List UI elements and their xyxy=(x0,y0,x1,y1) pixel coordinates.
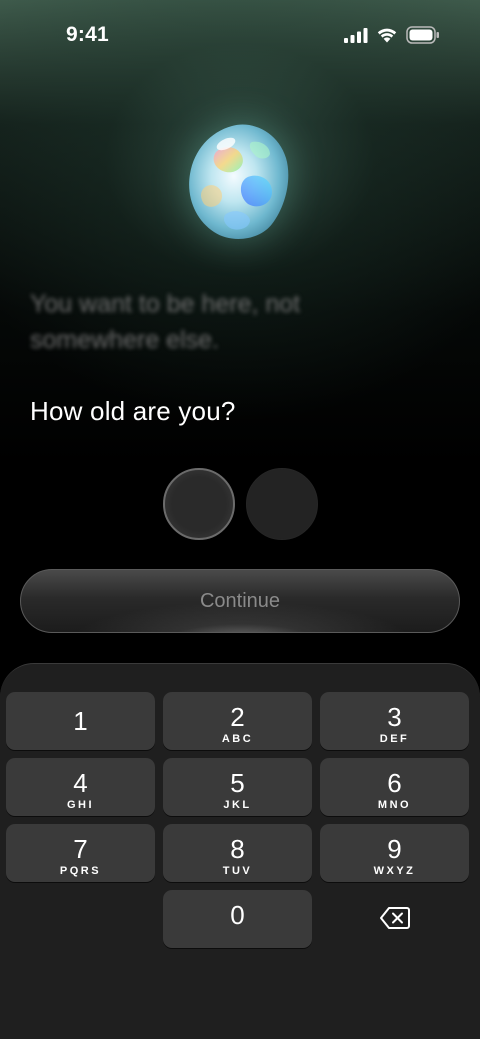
key-1[interactable]: 1 xyxy=(6,692,155,750)
key-9[interactable]: 9 WXYZ xyxy=(320,824,469,882)
signal-icon xyxy=(344,28,368,43)
key-number: 7 xyxy=(73,834,88,864)
key-letters: WXYZ xyxy=(373,865,416,877)
key-letters: DEF xyxy=(379,733,410,745)
key-3[interactable]: 3 DEF xyxy=(320,692,469,750)
age-digit-1[interactable] xyxy=(163,468,235,540)
key-number: 0 xyxy=(230,900,245,930)
key-0[interactable]: 0 xyxy=(163,890,312,948)
key-number: 6 xyxy=(387,768,402,798)
key-letters: MNO xyxy=(377,799,412,811)
key-letters: PQRS xyxy=(59,865,102,877)
key-5[interactable]: 5 JKL xyxy=(163,758,312,816)
key-letters: JKL xyxy=(223,799,252,811)
age-digit-2[interactable] xyxy=(246,468,318,540)
blurred-tagline: You want to be here, not somewhere else. xyxy=(30,290,301,354)
key-8[interactable]: 8 TUV xyxy=(163,824,312,882)
key-7[interactable]: 7 PQRS xyxy=(6,824,155,882)
key-number: 2 xyxy=(230,702,245,732)
key-letters: ABC xyxy=(221,733,254,745)
status-time: 9:41 xyxy=(66,23,109,46)
key-number: 1 xyxy=(73,706,88,736)
battery-icon xyxy=(406,26,439,44)
key-4[interactable]: 4 GHI xyxy=(6,758,155,816)
key-number: 9 xyxy=(387,834,402,864)
continue-label: Continue xyxy=(199,589,281,612)
key-2[interactable]: 2 ABC xyxy=(163,692,312,750)
key-number: 8 xyxy=(230,834,245,864)
key-number: 5 xyxy=(230,768,245,798)
backspace-icon[interactable] xyxy=(380,906,410,930)
key-6[interactable]: 6 MNO xyxy=(320,758,469,816)
key-letters: TUV xyxy=(222,865,253,877)
continue-button[interactable]: Continue xyxy=(20,569,460,633)
key-number: 3 xyxy=(387,702,402,732)
wifi-icon xyxy=(377,28,397,43)
key-number: 4 xyxy=(73,768,88,798)
age-entry-screen: 9:41 You want to be here, not somewhere … xyxy=(0,0,480,1039)
key-letters: GHI xyxy=(66,799,95,811)
age-question: How old are you? xyxy=(30,396,236,426)
status-bar: 9:41 xyxy=(0,0,480,70)
opal-gem-icon xyxy=(189,124,289,239)
